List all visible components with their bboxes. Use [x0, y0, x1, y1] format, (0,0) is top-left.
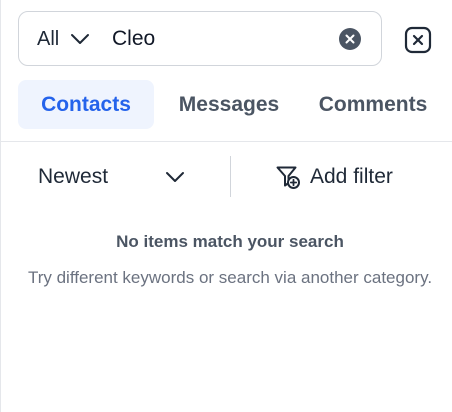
search-scope-select[interactable]: All — [37, 26, 91, 52]
tab-messages[interactable]: Messages — [164, 80, 294, 129]
close-search-button[interactable] — [404, 26, 432, 54]
tab-label: Contacts — [41, 92, 131, 116]
chevron-down-icon — [71, 34, 90, 44]
add-filter-button[interactable]: Add filter — [275, 162, 393, 192]
filter-add-icon — [276, 166, 300, 189]
tab-comments[interactable]: Comments — [307, 80, 439, 129]
clear-search-button[interactable] — [339, 28, 361, 50]
tab-label: Comments — [318, 92, 428, 116]
sort-select[interactable]: Newest — [38, 162, 188, 192]
tab-contacts[interactable]: Contacts — [18, 80, 154, 129]
add-filter-label: Add filter — [310, 165, 393, 188]
chevron-down-icon — [166, 172, 184, 182]
sort-label: Newest — [38, 165, 109, 188]
tabs-divider — [1, 141, 452, 142]
search-scope-label: All — [37, 27, 60, 50]
search-input[interactable] — [112, 24, 332, 54]
empty-state-description: Try different keywords or search via ano… — [27, 268, 433, 287]
tab-label: Messages — [178, 92, 280, 116]
category-tabs: Contacts Messages Comments — [18, 80, 448, 129]
search-box: All — [18, 11, 382, 66]
clear-circle-icon — [345, 34, 355, 44]
search-panel: All Contacts Messages Comments — [0, 0, 452, 412]
close-square-icon — [404, 26, 432, 54]
toolbar-divider — [230, 156, 231, 197]
empty-state-title: No items match your search — [116, 232, 344, 251]
